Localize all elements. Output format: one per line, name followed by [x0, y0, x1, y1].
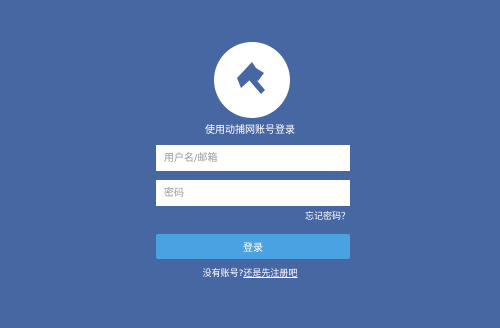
password-input[interactable]	[156, 180, 350, 206]
register-row: 没有账号?还是先注册吧	[150, 268, 350, 280]
register-link[interactable]: 还是先注册吧	[243, 269, 297, 279]
username-input[interactable]	[156, 145, 350, 171]
forgot-password-link[interactable]: 忘记密码？	[305, 211, 350, 223]
axe-icon	[237, 62, 265, 94]
login-subtitle: 使用动捕网账号登录	[205, 125, 295, 136]
no-account-text: 没有账号?	[202, 269, 244, 279]
login-button[interactable]: 登录	[156, 234, 350, 259]
logo-circle	[214, 42, 290, 118]
